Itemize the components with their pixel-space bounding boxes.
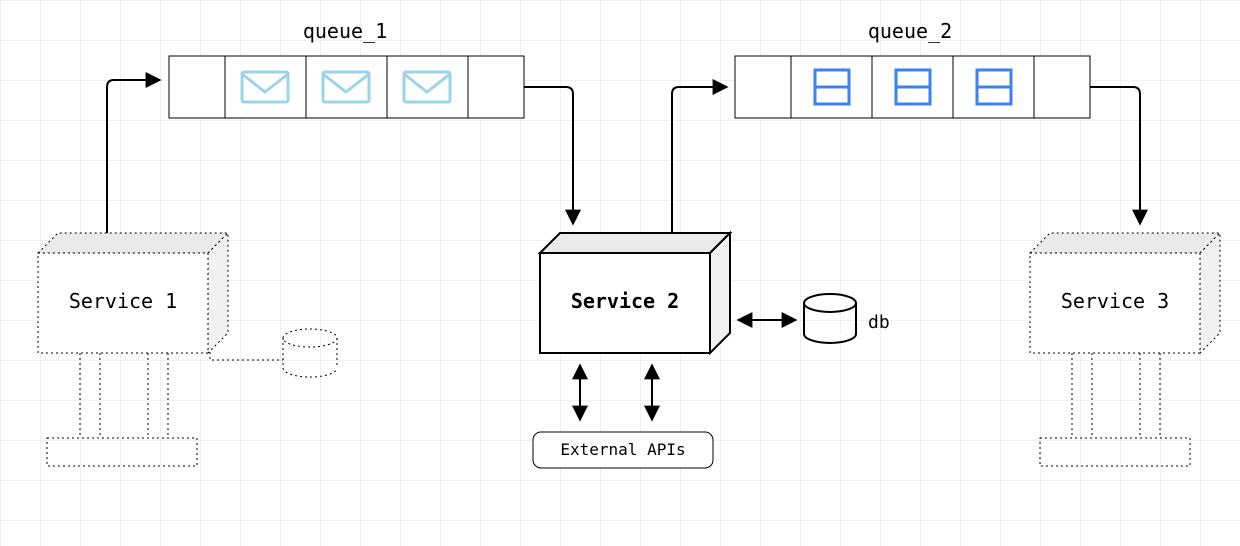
service-2-label: Service 2 — [571, 289, 679, 313]
arrow-service2-to-queue2 — [672, 87, 727, 233]
queue-1-label: queue_1 — [303, 19, 387, 43]
service-1-pedestal — [47, 353, 197, 466]
service-1-box: Service 1 — [38, 233, 228, 353]
arrow-service1-to-queue1 — [107, 80, 160, 233]
db-icon: db — [804, 294, 890, 343]
service-3-box: Service 3 — [1030, 233, 1220, 353]
arrow-queue1-to-service2 — [524, 87, 573, 224]
queue-1: queue_1 — [169, 19, 524, 118]
service-3-pedestal — [1040, 353, 1190, 466]
service-1-label: Service 1 — [69, 289, 177, 313]
external-apis-label: External APIs — [560, 440, 685, 459]
queue-2-label: queue_2 — [868, 19, 952, 43]
service-3-label: Service 3 — [1061, 289, 1169, 313]
queue-2: queue_2 — [735, 19, 1090, 118]
service-1-db-icon — [210, 329, 337, 377]
service-2-box: Service 2 — [540, 233, 730, 353]
db-label: db — [868, 312, 890, 333]
external-apis-box: External APIs — [533, 432, 713, 468]
arrow-queue2-to-service3 — [1090, 87, 1140, 224]
